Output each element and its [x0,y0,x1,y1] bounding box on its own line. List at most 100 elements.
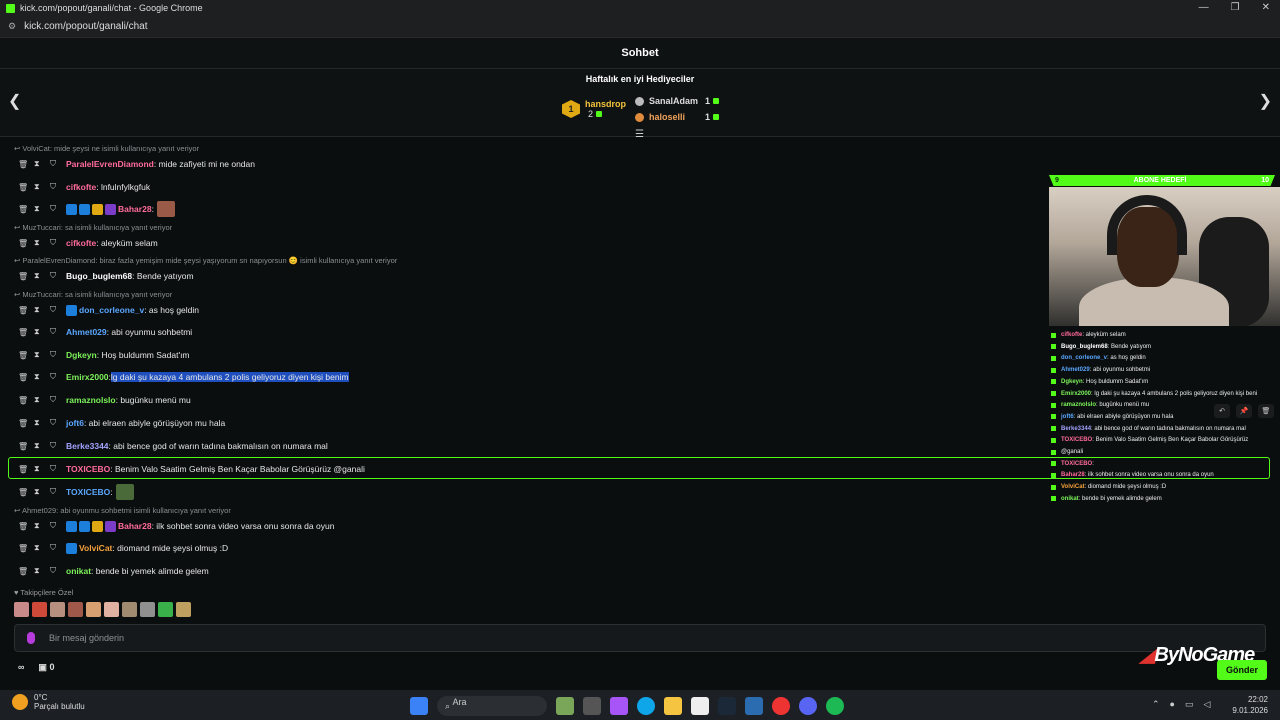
clock[interactable]: 22:02 9.01.2026 [1232,694,1268,716]
mod-shield-icon[interactable]: ⛉ [50,327,66,337]
delete-icon[interactable]: 🗑 [18,373,34,382]
timeout-icon[interactable]: ⧗ [34,327,50,337]
gifter-second-name[interactable]: SanalAdam [649,96,705,106]
microphone-icon[interactable]: ● [1170,699,1175,710]
timeout-icon[interactable]: ⧗ [34,418,50,428]
gift-count[interactable]: ▣ 0 [38,662,54,673]
chat-username[interactable]: Bahar28 [118,521,152,531]
emote-icon[interactable] [68,602,83,617]
mod-shield-icon[interactable]: ⛉ [50,418,66,428]
task-view-icon[interactable] [583,697,601,715]
delete-icon[interactable]: 🗑 [18,396,34,405]
timeout-icon[interactable]: ⧗ [34,543,50,553]
chevron-up-icon[interactable]: ⌃ [1152,699,1160,710]
emote-icon[interactable] [122,602,137,617]
taskbar-search[interactable]: ⌕ Ara [437,696,547,716]
chat-username[interactable]: don_corleone_v [79,305,144,315]
mod-shield-icon[interactable]: ⛉ [50,271,66,281]
gifter-first-name[interactable]: hansdrop [585,99,626,109]
chat-username[interactable]: Ahmet029 [66,327,107,337]
timeout-icon[interactable]: ⧗ [34,271,50,281]
volume-icon[interactable]: ◁ [1204,699,1211,710]
mod-shield-icon[interactable]: ⛉ [50,238,66,248]
site-info-icon[interactable]: ⚙ [8,21,16,32]
chat-username[interactable]: cifkofte [66,238,96,248]
emote-icon[interactable] [86,602,101,617]
chat-username[interactable]: TOXICEBO [66,487,110,497]
chat-input[interactable]: Bir mesaj gönderin [14,624,1266,652]
address-bar[interactable]: ⚙ kick.com/popout/ganali/chat [0,16,1280,38]
delete-icon[interactable]: 🗑 [18,239,34,248]
timeout-icon[interactable]: ⧗ [34,159,50,169]
mod-shield-icon[interactable]: ⛉ [50,521,66,531]
mod-shield-icon[interactable]: ⛉ [50,487,66,497]
delete-icon[interactable]: 🗑 [18,328,34,337]
app-icon[interactable] [745,697,763,715]
file-explorer-icon[interactable] [664,697,682,715]
timeout-icon[interactable]: ⧗ [34,182,50,192]
delete-icon[interactable]: 🗑 [18,567,34,576]
copilot-icon[interactable] [610,697,628,715]
delete-icon[interactable]: 🗑 [18,160,34,169]
widgets-icon[interactable] [556,697,574,715]
delete-icon[interactable]: 🗑 [18,419,34,428]
mod-shield-icon[interactable]: ⛉ [50,350,66,360]
send-button[interactable]: Gönder [1217,660,1267,680]
mod-shield-icon[interactable]: ⛉ [50,305,66,315]
timeout-icon[interactable]: ⧗ [34,204,50,214]
restore-icon[interactable]: ❐ [1231,2,1240,13]
chat-username[interactable]: Dgkeyn [66,350,97,360]
timeout-icon[interactable]: ⧗ [34,350,50,360]
chat-username[interactable]: cifkofte [66,182,96,192]
timeout-icon[interactable]: ⧗ [34,441,50,451]
timeout-icon[interactable]: ⧗ [34,305,50,315]
timeout-icon[interactable]: ⧗ [34,395,50,405]
delete-icon[interactable]: 🗑 [18,442,34,451]
timeout-icon[interactable]: ⧗ [34,372,50,382]
chat-username[interactable]: Bugo_buglem68 [66,271,132,281]
emote-icon[interactable] [50,602,65,617]
pin-icon[interactable]: 📌 [1236,404,1252,418]
network-icon[interactable]: ▭ [1185,699,1194,710]
delete-icon[interactable]: 🗑 [1258,404,1274,418]
close-icon[interactable]: ✕ [1262,2,1270,13]
edge-icon[interactable] [637,697,655,715]
delete-icon[interactable]: 🗑 [18,351,34,360]
chat-username[interactable]: joft6 [66,418,84,428]
delete-icon[interactable]: 🗑 [18,306,34,315]
mod-shield-icon[interactable]: ⛉ [50,464,66,474]
delete-icon[interactable]: 🗑 [18,205,34,214]
delete-icon[interactable]: 🗑 [18,544,34,553]
timeout-icon[interactable]: ⧗ [34,566,50,576]
chevron-left-icon[interactable]: ❮ [8,91,21,111]
chat-username[interactable]: Emirx2000 [66,372,109,382]
weather-widget[interactable]: 0°C Parçalı bulutlu [12,693,85,711]
delete-icon[interactable]: 🗑 [18,183,34,192]
mod-shield-icon[interactable]: ⛉ [50,182,66,192]
delete-icon[interactable]: 🗑 [18,522,34,531]
infinity-icon[interactable]: ∞ [18,662,24,673]
mod-shield-icon[interactable]: ⛉ [50,566,66,576]
mod-shield-icon[interactable]: ⛉ [50,372,66,382]
chevron-right-icon[interactable]: ❯ [1259,91,1272,111]
delete-icon[interactable]: 🗑 [18,272,34,281]
minimize-icon[interactable]: — [1199,2,1209,13]
timeout-icon[interactable]: ⧗ [34,521,50,531]
emote-icon[interactable] [104,602,119,617]
discord-icon[interactable] [799,697,817,715]
chat-username[interactable]: ramaznolslo [66,395,116,405]
mod-shield-icon[interactable]: ⛉ [50,159,66,169]
emote-icon[interactable] [176,602,191,617]
emote-icon[interactable] [32,602,47,617]
steam-icon[interactable] [718,697,736,715]
chat-username[interactable]: onikat [66,566,91,576]
chrome-icon[interactable] [772,697,790,715]
mod-shield-icon[interactable]: ⛉ [50,204,66,214]
delete-icon[interactable]: 🗑 [18,488,34,497]
chat-username[interactable]: Berke3344 [66,441,109,451]
mod-shield-icon[interactable]: ⛉ [50,543,66,553]
mic-icon[interactable] [27,632,35,644]
mod-shield-icon[interactable]: ⛉ [50,441,66,451]
emote-icon[interactable] [140,602,155,617]
chat-username[interactable]: ParalelEvrenDiamond [66,159,154,169]
